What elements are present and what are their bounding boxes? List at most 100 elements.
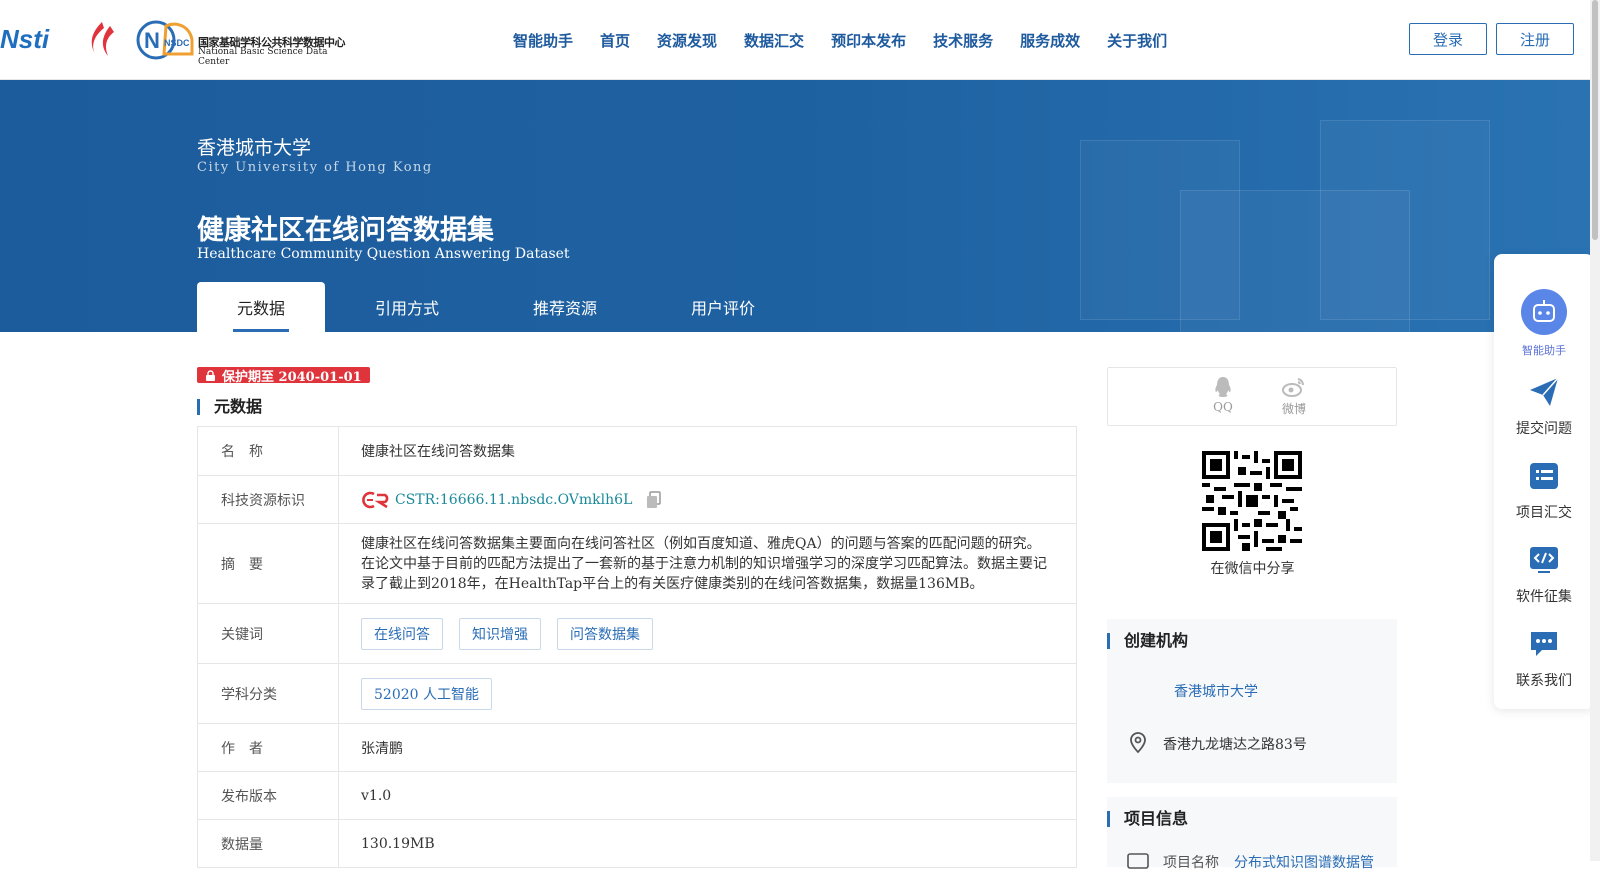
rail-contact-us[interactable]: 联系我们 <box>1494 628 1594 690</box>
tab-recommended[interactable]: 推荐资源 <box>501 282 629 332</box>
rail-submit-question-label: 提交问题 <box>1516 421 1572 437</box>
table-row: 关键词 在线问答 知识增强 问答数据集 <box>198 604 1076 664</box>
wechat-share-label: 在微信中分享 <box>1210 561 1295 577</box>
protection-text: 保护期至 2040-01-01 <box>222 369 362 385</box>
label-abstract: 摘 要 <box>198 524 339 603</box>
keyword-tag[interactable]: 知识增强 <box>459 617 541 650</box>
paper-plane-icon <box>1530 377 1559 406</box>
nav-home[interactable]: 首页 <box>600 30 630 51</box>
svg-text:N: N <box>144 28 160 53</box>
project-name-label: 项目名称 <box>1163 855 1219 871</box>
institution-name-en: City University of Hong Kong <box>197 160 433 175</box>
tab-metadata[interactable]: 元数据 <box>197 282 325 332</box>
top-header: Nsti N NSDC 国家基础学科公共科学数据中心 National Basi… <box>0 0 1600 80</box>
location-pin-icon <box>1130 732 1146 754</box>
project-name-link[interactable]: 分布式知识图谱数据管 <box>1234 852 1374 872</box>
value-keywords: 在线问答 知识增强 问答数据集 <box>339 604 1076 663</box>
chat-bubble-icon <box>1531 632 1557 656</box>
table-row: 摘 要 健康社区在线问答数据集主要面向在线问答社区（例如百度知道、雅虎QA）的问… <box>198 524 1076 604</box>
register-button[interactable]: 注册 <box>1496 23 1574 55</box>
tab-citation[interactable]: 引用方式 <box>343 282 471 332</box>
dataset-title-en: Healthcare Community Question Answering … <box>197 246 570 262</box>
table-row: 发布版本 v1.0 <box>198 772 1076 820</box>
keyword-tag[interactable]: 在线问答 <box>361 617 443 650</box>
rail-ai-assistant[interactable]: 智能助手 <box>1494 288 1594 358</box>
creator-card: 创建机构 香港城市大学 香港九龙塘达之路83号 <box>1107 619 1397 783</box>
qq-label: QQ <box>1213 400 1233 414</box>
qq-icon <box>1215 377 1231 397</box>
nsdc-logo[interactable]: N NSDC 国家基础学科公共科学数据中心 National Basic Sci… <box>136 20 351 67</box>
metadata-table: 名 称 健康社区在线问答数据集 科技资源标识 CSTR:16666.11.nbs… <box>197 426 1077 868</box>
nav-resource-discovery[interactable]: 资源发现 <box>657 30 717 51</box>
nsdc-name-en: National Basic Science Data Center <box>198 47 328 67</box>
rail-software-collection-label: 软件征集 <box>1516 589 1572 605</box>
list-document-icon <box>1530 463 1558 489</box>
table-row: 名 称 健康社区在线问答数据集 <box>198 427 1076 476</box>
rail-contact-us-label: 联系我们 <box>1516 673 1572 689</box>
lock-icon <box>206 369 215 381</box>
main-nav: 智能助手 首页 资源发现 数据汇交 预印本发布 技术服务 服务成效 关于我们 <box>513 30 1194 51</box>
detail-tabs: 元数据 引用方式 推荐资源 用户评价 <box>197 282 787 332</box>
nsdc-mark-icon: N NSDC <box>136 20 194 60</box>
nav-service-results[interactable]: 服务成效 <box>1020 30 1080 51</box>
label-author: 作 者 <box>198 724 339 771</box>
creator-section-title: 创建机构 <box>1107 633 1188 649</box>
label-name: 名 称 <box>198 427 339 475</box>
value-author: 张清鹏 <box>361 740 403 757</box>
table-row: 作 者 张清鹏 <box>198 724 1076 772</box>
scrollbar-thumb[interactable] <box>1592 0 1598 240</box>
subject-tag[interactable]: 52020 人工智能 <box>361 677 492 710</box>
floating-side-rail: 智能助手 提交问题 项目汇交 软件征集 联系我们 <box>1494 254 1594 709</box>
table-row: 科技资源标识 CSTR:16666.11.nbsdc.OVmklh6L <box>198 476 1076 524</box>
copy-icon[interactable] <box>646 490 662 509</box>
page-scrollbar[interactable] <box>1590 0 1600 861</box>
svg-text:NSDC: NSDC <box>164 38 190 48</box>
creator-address: 香港九龙塘达之路83号 <box>1163 737 1307 753</box>
nav-ai-assistant[interactable]: 智能助手 <box>513 30 573 51</box>
nav-tech-service[interactable]: 技术服务 <box>933 30 993 51</box>
nav-data-submission[interactable]: 数据汇交 <box>744 30 804 51</box>
dataset-banner: 香港城市大学 City University of Hong Kong 健康社区… <box>0 80 1600 332</box>
value-subject: 52020 人工智能 <box>339 664 1076 723</box>
protection-badge: 保护期至 2040-01-01 <box>197 367 370 385</box>
label-version: 发布版本 <box>198 772 339 819</box>
nav-about-us[interactable]: 关于我们 <box>1107 30 1167 51</box>
rail-ai-assistant-label: 智能助手 <box>1522 344 1566 357</box>
institution-name-cn: 香港城市大学 <box>197 137 312 159</box>
rail-project-submission[interactable]: 项目汇交 <box>1494 460 1594 522</box>
project-card: 项目信息 项目名称 分布式知识图谱数据管 <box>1107 797 1397 871</box>
share-qq-button[interactable]: QQ <box>1203 376 1243 414</box>
rail-software-collection[interactable]: 软件征集 <box>1494 544 1594 606</box>
cas-logo-icon[interactable] <box>82 20 120 58</box>
table-row: 学科分类 52020 人工智能 <box>198 664 1076 724</box>
value-abstract: 健康社区在线问答数据集主要面向在线问答社区（例如百度知道、雅虎QA）的问题与答案… <box>361 535 1047 592</box>
share-box: QQ 微博 <box>1107 367 1397 426</box>
rail-project-submission-label: 项目汇交 <box>1516 505 1572 521</box>
login-button[interactable]: 登录 <box>1409 23 1487 55</box>
creator-institution-link[interactable]: 香港城市大学 <box>1174 681 1258 701</box>
keyword-tag[interactable]: 问答数据集 <box>557 617 653 650</box>
value-name: 健康社区在线问答数据集 <box>361 444 515 460</box>
weibo-icon <box>1282 378 1305 397</box>
code-icon <box>1530 547 1558 573</box>
nav-preprint[interactable]: 预印本发布 <box>831 30 906 51</box>
dataset-title-cn: 健康社区在线问答数据集 <box>197 215 494 246</box>
banner-decoration <box>1320 120 1490 320</box>
robot-icon <box>1521 289 1567 335</box>
label-size: 数据量 <box>198 820 339 867</box>
value-version: v1.0 <box>361 787 392 804</box>
tab-user-reviews[interactable]: 用户评价 <box>659 282 787 332</box>
wechat-qr-code <box>1202 451 1302 551</box>
rail-submit-question[interactable]: 提交问题 <box>1494 376 1594 438</box>
share-weibo-button[interactable]: 微博 <box>1274 376 1314 417</box>
value-cstr: CSTR:16666.11.nbsdc.OVmklh6L <box>339 476 1076 523</box>
project-icon <box>1127 853 1149 869</box>
label-subject: 学科分类 <box>198 664 339 723</box>
nsti-logo[interactable]: Nsti <box>0 24 49 55</box>
label-cstr: 科技资源标识 <box>198 476 339 523</box>
cstr-link[interactable]: CSTR:16666.11.nbsdc.OVmklh6L <box>395 492 632 508</box>
metadata-section-title: 元数据 <box>197 399 262 415</box>
label-keywords: 关键词 <box>198 604 339 663</box>
cstr-logo-icon <box>362 491 389 508</box>
weibo-label: 微博 <box>1281 402 1306 416</box>
